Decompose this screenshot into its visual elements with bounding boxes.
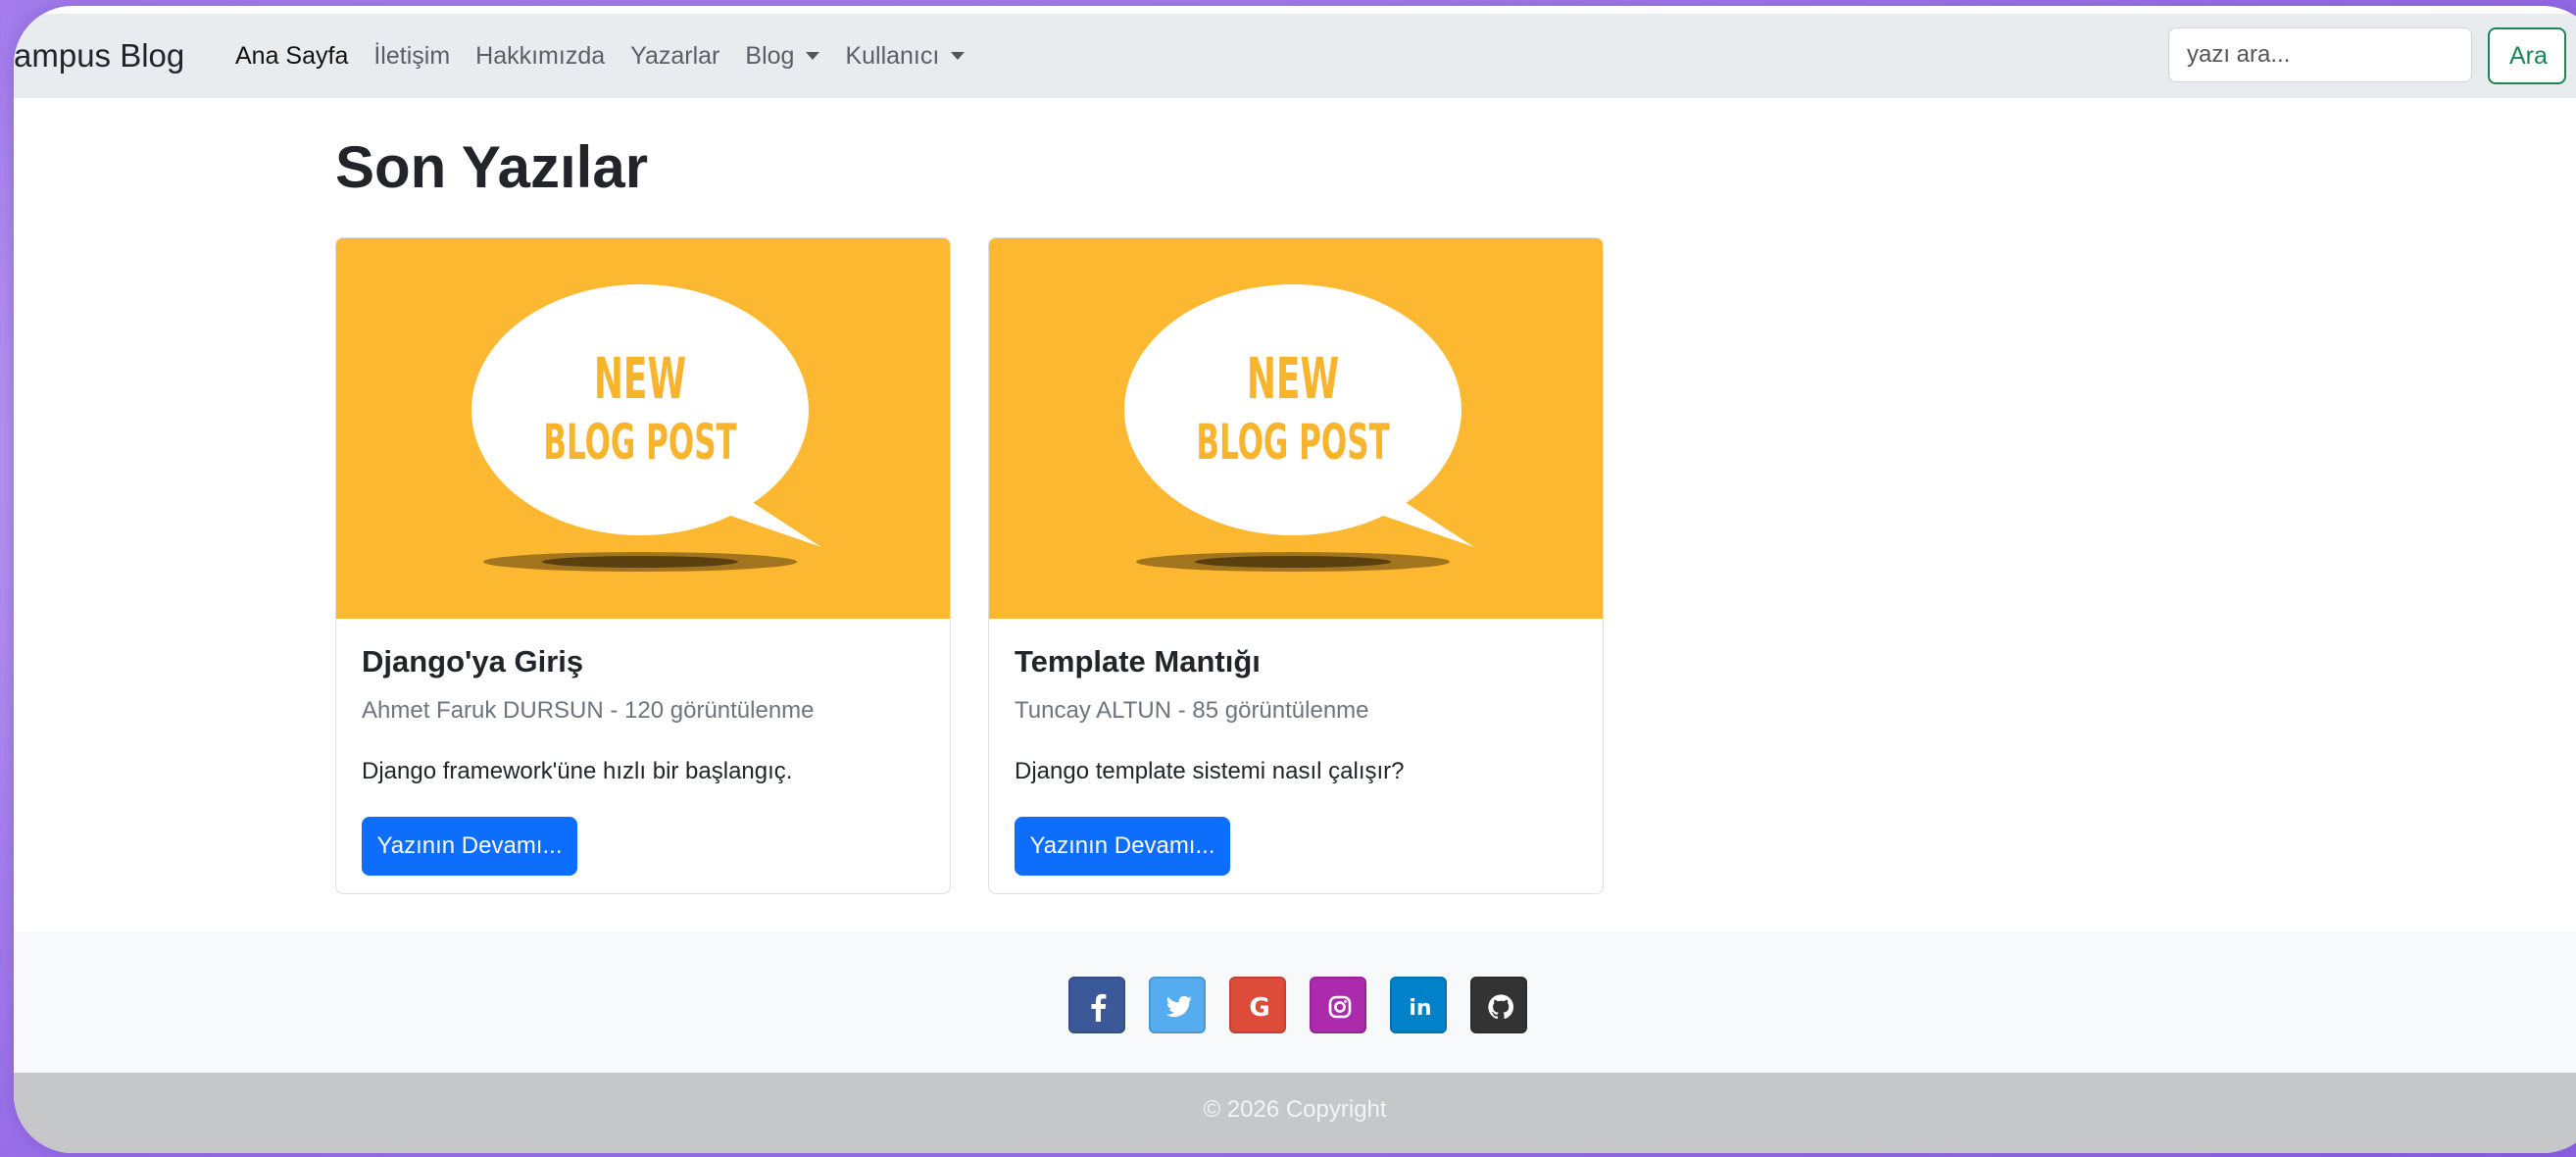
image-text-new: NEW xyxy=(1247,346,1339,412)
nav-menu: Ana Sayfa İletişim Hakkımızda Yazarlar B… xyxy=(235,14,990,98)
post-summary: Django template sistemi nasıl çalışır? xyxy=(1015,758,1405,784)
instagram-icon[interactable] xyxy=(1310,977,1366,1033)
post-title: Django'ya Giriş xyxy=(362,644,584,679)
nav-item-hakkimizda[interactable]: Hakkımızda xyxy=(475,42,605,71)
svg-text:in: in xyxy=(1409,996,1431,1021)
search-button[interactable]: Ara xyxy=(2488,27,2566,84)
copyright-bar: © 2026 Copyright xyxy=(14,1073,2576,1153)
page-title: Son Yazılar xyxy=(335,134,649,200)
nav-item-iletisim[interactable]: İletişim xyxy=(373,42,450,71)
post-summary: Django framework'üne hızlı bir başlangıç… xyxy=(362,758,793,784)
post-title: Template Mantığı xyxy=(1015,644,1261,679)
navbar: ampus Blog Ana Sayfa İletişim Hakkımızda… xyxy=(14,14,2576,98)
nav-item-blog-dropdown[interactable]: Blog xyxy=(745,41,820,71)
footer: G in xyxy=(14,931,2576,1075)
facebook-icon[interactable] xyxy=(1068,977,1125,1033)
svg-text:G: G xyxy=(1249,993,1269,1023)
copyright-text: © 2026 Copyright xyxy=(1203,1096,1387,1123)
post-image: NEW BLOG POST xyxy=(336,238,950,619)
github-icon[interactable] xyxy=(1470,977,1527,1033)
nav-item-yazarlar[interactable]: Yazarlar xyxy=(630,42,719,71)
post-meta: Ahmet Faruk DURSUN - 120 görüntülenme xyxy=(362,697,815,724)
read-more-button[interactable]: Yazının Devamı... xyxy=(362,817,577,876)
image-text-blog-post: BLOG POST xyxy=(1196,413,1390,471)
nav-item-kullanici-dropdown[interactable]: Kullanıcı xyxy=(845,41,966,71)
google-icon[interactable]: G xyxy=(1229,977,1286,1033)
post-card: NEW BLOG POST Django'ya Giriş Ahmet Faru… xyxy=(335,237,951,894)
nav-item-kullanici-label: Kullanıcı xyxy=(845,41,940,70)
image-text-new: NEW xyxy=(594,346,686,412)
post-card: NEW BLOG POST Template Mantığı Tuncay AL… xyxy=(988,237,1604,894)
brand-logo[interactable]: ampus Blog xyxy=(14,14,184,98)
nav-item-ana-sayfa[interactable]: Ana Sayfa xyxy=(235,42,348,71)
read-more-button[interactable]: Yazının Devamı... xyxy=(1015,817,1230,876)
chevron-down-icon xyxy=(806,52,820,60)
nav-item-blog-label: Blog xyxy=(745,41,795,70)
social-links: G in xyxy=(1068,977,1551,1033)
linkedin-icon[interactable]: in xyxy=(1390,977,1447,1033)
post-image: NEW BLOG POST xyxy=(989,238,1603,619)
post-meta: Tuncay ALTUN - 85 görüntülenme xyxy=(1015,697,1369,724)
search-input[interactable]: yazı ara... xyxy=(2168,27,2472,82)
twitter-icon[interactable] xyxy=(1149,977,1206,1033)
browser-frame: ampus Blog Ana Sayfa İletişim Hakkımızda… xyxy=(14,6,2576,1153)
image-text-blog-post: BLOG POST xyxy=(543,413,737,471)
chevron-down-icon xyxy=(951,52,966,60)
